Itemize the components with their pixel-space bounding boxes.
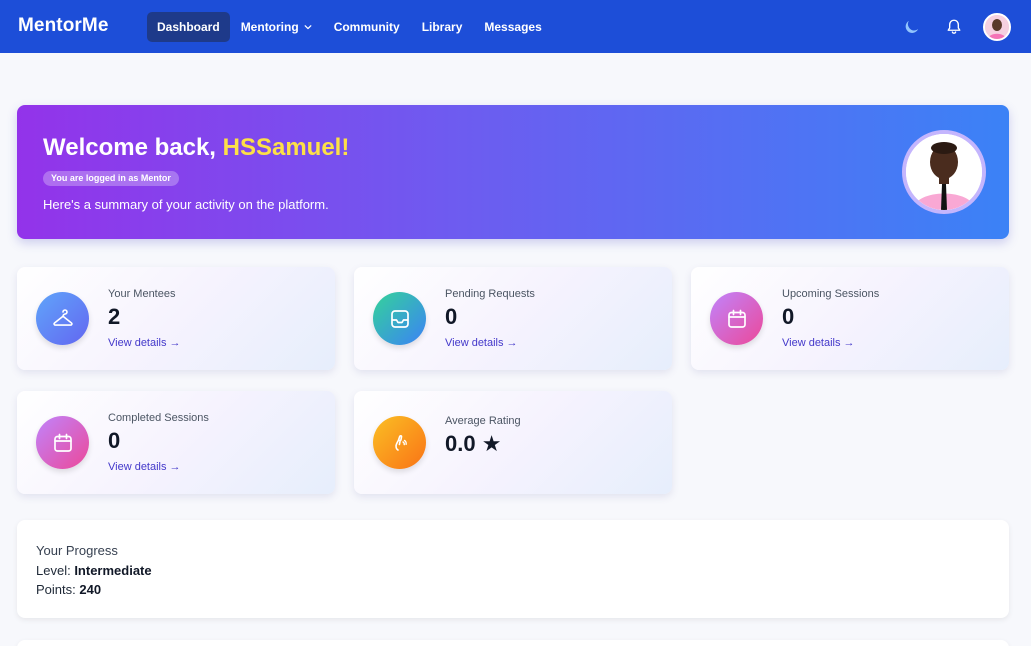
calendar-icon: [53, 433, 72, 452]
profile-photo: [906, 134, 982, 210]
stat-card-completed-sessions: Completed Sessions 0 View details →: [17, 391, 335, 494]
nav-mentoring[interactable]: Mentoring: [230, 12, 323, 42]
nav-links: Dashboard Mentoring Community Library Me…: [147, 12, 553, 42]
hanger-icon: [52, 308, 73, 326]
chevron-down-icon: [304, 25, 312, 30]
progress-card: Your Progress Level: Intermediate Points…: [17, 520, 1009, 618]
stat-label: Pending Requests: [445, 288, 535, 300]
requests-icon-circle: [373, 292, 426, 345]
theme-toggle-button[interactable]: [899, 14, 925, 40]
stat-value: 2: [108, 304, 121, 329]
top-navbar: MentorMe Dashboard Mentoring Community L…: [0, 0, 1031, 53]
nav-messages-label: Messages: [484, 20, 542, 34]
completed-icon-circle: [36, 416, 89, 469]
notifications-button[interactable]: [941, 14, 967, 40]
bell-icon: [947, 19, 961, 34]
stat-card-upcoming-sessions: Upcoming Sessions 0 View details →: [691, 267, 1009, 370]
stat-label: Upcoming Sessions: [782, 288, 880, 300]
nav-dashboard-label: Dashboard: [157, 20, 220, 34]
stat-card-pending-requests: Pending Requests 0 View details →: [354, 267, 672, 370]
level-value: Intermediate: [74, 563, 152, 578]
stat-label: Your Mentees: [108, 288, 176, 300]
view-details-link[interactable]: View details →: [108, 461, 181, 473]
rating-icon-circle: [373, 416, 426, 469]
stat-card-average-rating: Average Rating 0.0 ★: [354, 391, 672, 494]
progress-title: Your Progress: [36, 543, 118, 558]
welcome-title: Welcome back, HSSamuel!: [43, 134, 349, 162]
welcome-banner: Welcome back, HSSamuel! You are logged i…: [17, 105, 1009, 239]
next-section-card: [17, 640, 1009, 646]
stat-value: 0.0 ★: [445, 431, 502, 456]
nav-dashboard[interactable]: Dashboard: [147, 12, 230, 42]
calendar-icon: [727, 309, 746, 328]
upcoming-icon-circle: [710, 292, 763, 345]
inbox-icon: [390, 309, 409, 328]
nav-community-label: Community: [333, 20, 400, 34]
avatar-photo: [985, 15, 1009, 39]
points-label: Points:: [36, 582, 80, 597]
welcome-greeting: Welcome back,: [43, 134, 223, 161]
stat-value: 0: [445, 304, 458, 329]
view-details-link[interactable]: View details →: [108, 337, 181, 349]
stat-card-mentees: Your Mentees 2 View details →: [17, 267, 335, 370]
nav-library-label: Library: [421, 20, 463, 34]
stat-value: 0: [108, 428, 121, 453]
level-label: Level:: [36, 563, 75, 578]
user-avatar[interactable]: [983, 13, 1011, 41]
role-badge: You are logged in as Mentor: [43, 171, 179, 186]
points-value: 240: [79, 582, 102, 597]
view-details-link[interactable]: View details →: [445, 337, 518, 349]
stat-label: Average Rating: [445, 415, 521, 427]
progress-points: Points: 240: [36, 582, 101, 597]
view-details-link[interactable]: View details →: [782, 337, 855, 349]
hand-icon: [394, 434, 407, 451]
nav-actions: [899, 13, 1011, 41]
stat-value: 0: [782, 304, 795, 329]
stat-label: Completed Sessions: [108, 412, 209, 424]
mentees-icon-circle: [36, 292, 89, 345]
nav-library[interactable]: Library: [411, 12, 474, 42]
profile-avatar[interactable]: [902, 130, 986, 214]
nav-community[interactable]: Community: [323, 12, 411, 42]
welcome-subtitle: Here's a summary of your activity on the…: [43, 197, 329, 212]
nav-mentoring-label: Mentoring: [240, 20, 299, 34]
welcome-username: HSSamuel!: [222, 134, 350, 161]
brand-logo[interactable]: MentorMe: [18, 15, 109, 37]
moon-icon: [905, 20, 919, 33]
progress-level: Level: Intermediate: [36, 563, 152, 578]
nav-messages[interactable]: Messages: [473, 12, 552, 42]
